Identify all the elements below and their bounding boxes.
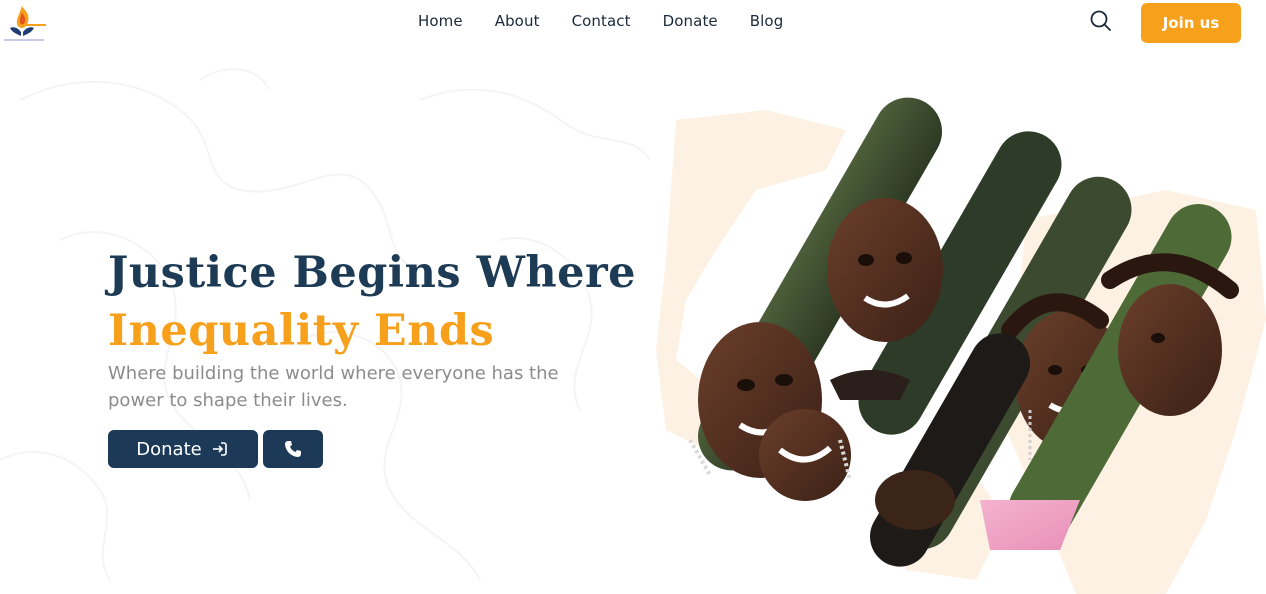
hero-title-line-2: Inequality Ends (108, 306, 495, 356)
nav-home-link[interactable]: Home (418, 12, 463, 30)
nav-about-link[interactable]: About (495, 12, 540, 30)
site-logo[interactable] (0, 2, 50, 46)
call-button[interactable] (263, 430, 323, 468)
hero-title: Justice Begins Where Inequality Ends (108, 244, 636, 360)
children-photo-collage (688, 97, 1239, 567)
main-nav: Home About Contact Donate Blog (418, 12, 783, 30)
donate-button[interactable]: Donate (108, 430, 258, 468)
collage-circle-small (759, 409, 852, 501)
nav-contact-link[interactable]: Contact (572, 12, 631, 30)
hero-subtitle: Where building the world where everyone … (108, 363, 559, 411)
join-us-button[interactable]: Join us (1141, 3, 1241, 43)
nav-blog-link[interactable]: Blog (750, 12, 784, 30)
hero-title-line-1: Justice Begins Where (108, 248, 636, 298)
search-icon[interactable] (1088, 8, 1114, 34)
phone-icon (285, 441, 301, 457)
landing-page: Home About Contact Donate Blog Join us J… (0, 0, 1266, 594)
donate-button-label: Donate (136, 438, 202, 460)
nav-donate-link[interactable]: Donate (663, 12, 718, 30)
sign-in-arrow-icon (212, 442, 227, 456)
